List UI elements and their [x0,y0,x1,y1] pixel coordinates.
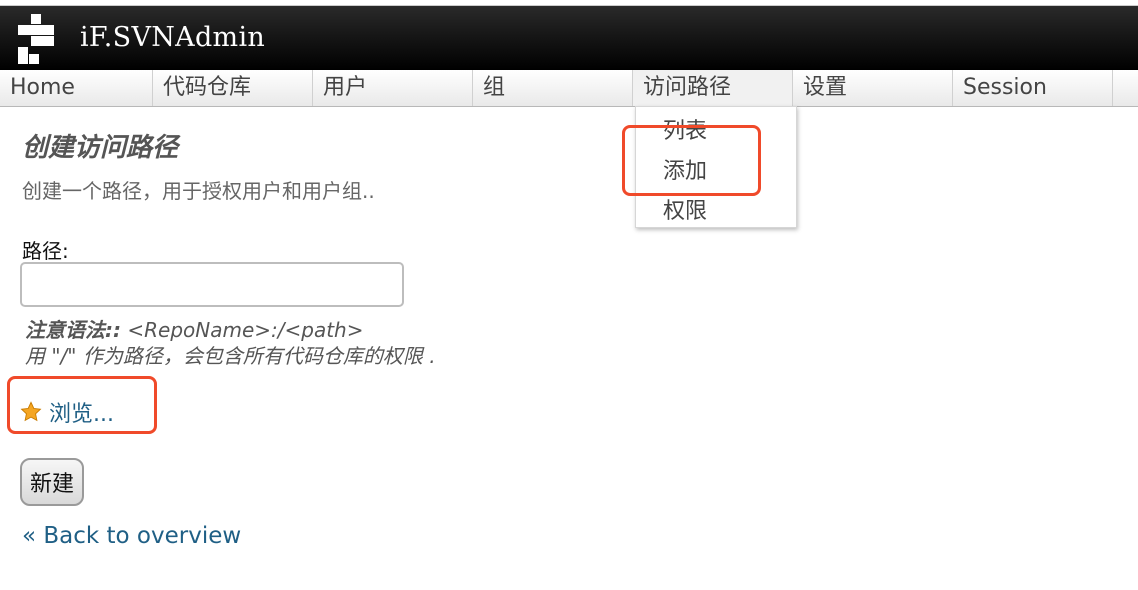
syntax-hint: 注意语法:: <RepoName>:/<path> [25,314,363,343]
app-header: iF.SVNAdmin [0,6,1138,70]
root-path-hint: 用 "/" 作为路径，会包含所有代码仓库的权限 . [25,344,436,368]
dropdown-item-permissions[interactable]: 权限 [663,193,707,225]
menu-item-groups[interactable]: 组 [473,70,633,106]
browse-action[interactable]: 浏览... [20,396,114,428]
menu-item-users[interactable]: 用户 [313,70,473,106]
page-title: 创建访问路径 [22,133,179,163]
create-button[interactable]: 新建 [20,458,84,506]
main-menu: Home 代码仓库 用户 组 访问路径 设置 Session [0,70,1138,107]
menu-item-access-paths[interactable]: 访问路径 [633,70,793,106]
menu-item-repositories[interactable]: 代码仓库 [153,70,313,106]
syntax-hint-format: <RepoName>:/<path> [121,318,364,342]
path-input[interactable] [20,262,404,307]
svnadmin-logo-icon [18,14,54,64]
syntax-hint-label: 注意语法:: [25,318,121,342]
browse-link[interactable]: 浏览... [49,396,114,428]
path-label: 路径: [22,239,69,263]
app-title: iF.SVNAdmin [80,22,266,53]
annotation-highlight-add [622,125,761,196]
star-icon [20,401,42,422]
menu-item-session[interactable]: Session [953,70,1113,106]
page-description: 创建一个路径，用于授权用户和用户组.. [22,179,375,203]
menu-item-home[interactable]: Home [0,70,153,106]
menu-item-settings[interactable]: 设置 [793,70,953,106]
back-to-overview-link[interactable]: « Back to overview [22,523,241,549]
